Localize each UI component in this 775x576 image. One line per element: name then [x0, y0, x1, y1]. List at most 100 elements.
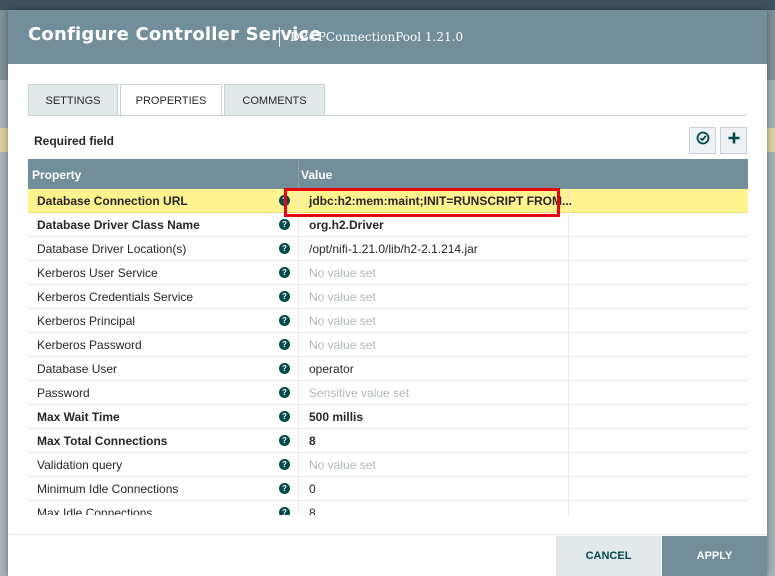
- property-value[interactable]: No value set: [309, 338, 376, 352]
- table-header: Property Value: [28, 159, 748, 189]
- table-row[interactable]: Kerberos Password? No value set: [28, 333, 748, 357]
- dialog-title: Configure Controller Service: [28, 24, 322, 45]
- property-name: Database User: [37, 362, 118, 376]
- background-right-highlight: [767, 128, 775, 152]
- dialog-subtitle: DBCPConnectionPool 1.21.0: [290, 30, 464, 44]
- column-divider: [298, 237, 299, 261]
- plus-icon: [727, 131, 741, 150]
- column-divider: [298, 333, 299, 357]
- property-value[interactable]: 8: [309, 434, 316, 448]
- table-row[interactable]: Kerberos Principal? No value set: [28, 309, 748, 333]
- table-row[interactable]: Minimum Idle Connections? 0: [28, 477, 748, 501]
- table-row[interactable]: Password? Sensitive value set: [28, 381, 748, 405]
- help-icon[interactable]: ?: [279, 507, 290, 515]
- background-top-bar: [0, 0, 775, 10]
- column-divider: [298, 381, 299, 405]
- check-circle-icon: [696, 131, 710, 150]
- tab-settings[interactable]: SETTINGS: [28, 84, 118, 115]
- help-icon[interactable]: ?: [279, 483, 290, 494]
- property-value[interactable]: /opt/nifi-1.21.0/lib/h2-2.1.214.jar: [309, 242, 478, 256]
- column-divider: [568, 309, 569, 333]
- property-name: Max Idle Connections: [37, 506, 153, 515]
- property-name: Database Driver Class Name: [37, 218, 200, 232]
- column-divider: [568, 381, 569, 405]
- column-divider: [568, 501, 569, 515]
- column-header-value: Value: [301, 168, 333, 182]
- table-row[interactable]: Validation query? No value set: [28, 453, 748, 477]
- column-divider: [568, 333, 569, 357]
- help-icon[interactable]: ?: [279, 435, 290, 446]
- help-icon[interactable]: ?: [279, 363, 290, 374]
- table-row[interactable]: Database Driver Location(s)? /opt/nifi-1.…: [28, 237, 748, 261]
- column-divider: [568, 213, 569, 237]
- tab-comments[interactable]: COMMENTS: [224, 84, 325, 115]
- property-name: Database Driver Location(s): [37, 242, 187, 256]
- property-name: Max Total Connections: [37, 434, 168, 448]
- column-divider: [568, 429, 569, 453]
- help-icon[interactable]: ?: [279, 411, 290, 422]
- table-row[interactable]: Kerberos User Service? No value set: [28, 261, 748, 285]
- property-value[interactable]: 0: [309, 482, 316, 496]
- column-divider: [298, 429, 299, 453]
- help-icon[interactable]: ?: [279, 291, 290, 302]
- property-value[interactable]: No value set: [309, 314, 376, 328]
- column-divider: [298, 477, 299, 501]
- verify-button[interactable]: [689, 127, 716, 154]
- help-icon[interactable]: ?: [279, 267, 290, 278]
- column-divider: [568, 405, 569, 429]
- property-value[interactable]: No value set: [309, 458, 376, 472]
- column-divider: [298, 261, 299, 285]
- configure-controller-service-dialog: Configure Controller Service DBCPConnect…: [8, 10, 767, 576]
- column-divider: [298, 453, 299, 477]
- property-name: Kerberos Credentials Service: [37, 290, 194, 304]
- property-value[interactable]: operator: [309, 362, 354, 376]
- column-divider: [298, 309, 299, 333]
- footer-divider: [8, 534, 767, 535]
- property-value[interactable]: org.h2.Driver: [309, 218, 384, 232]
- help-icon[interactable]: ?: [279, 339, 290, 350]
- table-row[interactable]: Max Wait Time? 500 millis: [28, 405, 748, 429]
- apply-button[interactable]: APPLY: [662, 536, 767, 576]
- column-divider: [568, 261, 569, 285]
- column-header-property: Property: [32, 168, 82, 182]
- help-icon[interactable]: ?: [279, 219, 290, 230]
- tab-properties[interactable]: PROPERTIES: [120, 84, 222, 117]
- column-divider: [298, 357, 299, 381]
- column-divider: [568, 357, 569, 381]
- table-row[interactable]: Database User? operator: [28, 357, 748, 381]
- add-property-button[interactable]: [720, 127, 747, 154]
- property-value[interactable]: 500 millis: [309, 410, 363, 424]
- property-value[interactable]: Sensitive value set: [309, 386, 409, 400]
- help-icon[interactable]: ?: [279, 315, 290, 326]
- property-name: Kerberos User Service: [37, 266, 158, 280]
- table-row[interactable]: Kerberos Credentials Service? No value se…: [28, 285, 748, 309]
- property-value[interactable]: No value set: [309, 266, 376, 280]
- property-name: Kerberos Password: [37, 338, 142, 352]
- help-icon[interactable]: ?: [279, 243, 290, 254]
- property-name: Database Connection URL: [37, 194, 188, 208]
- required-field-label: Required field: [34, 134, 115, 148]
- property-name: Password: [37, 386, 90, 400]
- title-separator: [279, 27, 280, 47]
- background-right-edge: [767, 80, 775, 576]
- highlight-annotation-box: [284, 188, 560, 217]
- column-divider: [568, 237, 569, 261]
- property-name: Kerberos Principal: [37, 314, 136, 328]
- property-name: Max Wait Time: [37, 410, 120, 424]
- cancel-button[interactable]: CANCEL: [556, 536, 661, 576]
- dialog-header: Configure Controller Service DBCPConnect…: [8, 10, 767, 64]
- header-divider: [298, 159, 299, 189]
- background-left-edge: [0, 80, 8, 576]
- column-divider: [298, 501, 299, 515]
- property-value[interactable]: No value set: [309, 290, 376, 304]
- background-left-highlight: [0, 128, 8, 152]
- help-icon[interactable]: ?: [279, 387, 290, 398]
- property-value[interactable]: 8: [309, 506, 316, 515]
- table-row[interactable]: Max Total Connections? 8: [28, 429, 748, 453]
- help-icon[interactable]: ?: [279, 459, 290, 470]
- column-divider: [568, 453, 569, 477]
- table-row[interactable]: Max Idle Connections? 8: [28, 501, 748, 515]
- column-divider: [568, 477, 569, 501]
- property-name: Minimum Idle Connections: [37, 482, 179, 496]
- column-divider: [568, 285, 569, 309]
